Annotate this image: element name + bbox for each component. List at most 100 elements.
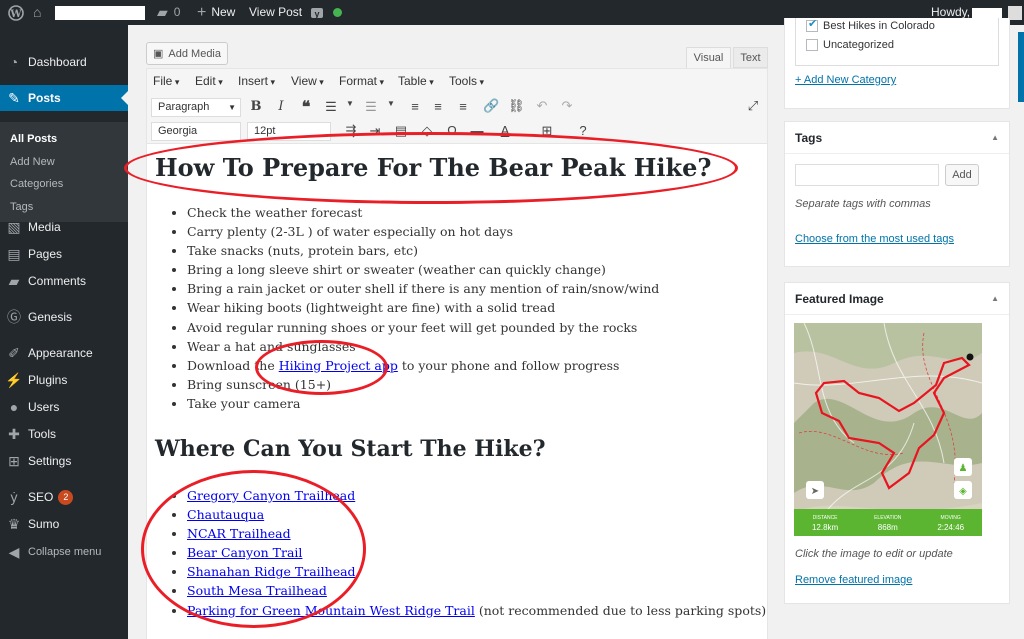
- trailhead-link[interactable]: Gregory Canyon Trailhead: [187, 488, 355, 503]
- sidebar-item-tools[interactable]: ✚ Tools: [0, 421, 128, 447]
- indent-icon[interactable]: ⇥: [367, 123, 383, 139]
- align-center-icon[interactable]: ≡: [430, 99, 446, 114]
- sidebar-item-pages[interactable]: ▤ Pages: [0, 241, 128, 267]
- font-family-select[interactable]: Georgia: [151, 122, 241, 141]
- heading-prepare: How To Prepare For The Bear Peak Hike?: [155, 153, 712, 182]
- tag-input[interactable]: [795, 164, 939, 186]
- svg-text:♟: ♟: [959, 463, 968, 474]
- text-color-icon[interactable]: A: [497, 123, 513, 138]
- chevron-down-icon[interactable]: ▼: [342, 99, 358, 108]
- italic-icon[interactable]: I: [273, 99, 289, 114]
- menu-tools[interactable]: Tools ▾: [449, 74, 484, 88]
- chevron-down-icon: ▾: [268, 77, 276, 87]
- sidebar-item-label: Sumo: [28, 517, 60, 531]
- checkbox[interactable]: [806, 39, 818, 52]
- remove-featured-image-link[interactable]: Remove featured image: [795, 574, 912, 586]
- numbered-list-icon[interactable]: ☰: [363, 99, 379, 115]
- help-icon[interactable]: ?: [575, 123, 591, 138]
- list-item: Chautauqua: [187, 505, 766, 524]
- scroll-indicator[interactable]: [1018, 32, 1024, 102]
- trailhead-link[interactable]: NCAR Trailhead: [187, 526, 291, 541]
- submenu-tags[interactable]: Tags: [10, 201, 33, 213]
- menu-file[interactable]: File ▾: [153, 74, 179, 88]
- sidebar-item-users[interactable]: ● Users: [0, 394, 128, 420]
- clipboard-icon[interactable]: ▤: [393, 123, 409, 139]
- editor-content[interactable]: How To Prepare For The Bear Peak Hike? C…: [146, 144, 768, 639]
- sidebar-item-collapse[interactable]: ◀ Collapse menu: [0, 539, 128, 565]
- table-icon[interactable]: ⊞: [539, 123, 555, 139]
- paste-text-icon[interactable]: ⇶: [343, 123, 359, 139]
- category-item[interactable]: Uncategorized: [806, 39, 894, 52]
- page-icon: ▤: [7, 245, 21, 262]
- trailhead-link[interactable]: Shanahan Ridge Trailhead: [187, 564, 356, 579]
- collapse-arrow-icon[interactable]: ▲: [991, 283, 999, 315]
- site-name-redacted[interactable]: [55, 0, 145, 25]
- submenu-add-new[interactable]: Add New: [10, 156, 55, 168]
- comments-link[interactable]: ▰ 0: [157, 0, 180, 25]
- menu-format[interactable]: Format ▾: [339, 74, 384, 88]
- add-media-button[interactable]: ▣ Add Media: [146, 42, 228, 65]
- yoast-icon[interactable]: y: [310, 0, 324, 25]
- bullet-list-icon[interactable]: ☰: [323, 99, 339, 115]
- align-left-icon[interactable]: ≡: [407, 99, 423, 114]
- add-tag-button[interactable]: Add: [945, 164, 979, 186]
- green-mountain-parking-link[interactable]: Parking for Green Mountain West Ridge Tr…: [187, 603, 475, 618]
- hiking-project-app-link[interactable]: Hiking Project app: [279, 358, 398, 373]
- new-content-link[interactable]: + New: [197, 0, 235, 25]
- sidebar-item-settings[interactable]: ⊞ Settings: [0, 448, 128, 474]
- sidebar-item-comments[interactable]: ▰ Comments: [0, 268, 128, 294]
- heading-start: Where Can You Start The Hike?: [155, 436, 546, 462]
- blockquote-icon[interactable]: ❝: [298, 97, 314, 117]
- featured-image[interactable]: ♟ ◈ ➤ DISTANCE 12.8km ELEVATION 868m MOVIN…: [794, 323, 982, 536]
- tab-visual[interactable]: Visual: [686, 47, 731, 69]
- link-icon[interactable]: 🔗: [483, 98, 499, 114]
- featured-image-header[interactable]: Featured Image ▲: [785, 283, 1009, 315]
- tags-box-header[interactable]: Tags ▲: [785, 122, 1009, 154]
- align-right-icon[interactable]: ≡: [455, 99, 471, 114]
- fullscreen-icon[interactable]: ⤢: [745, 98, 761, 114]
- choose-most-used-tags-link[interactable]: Choose from the most used tags: [795, 233, 954, 245]
- collapse-arrow-icon[interactable]: ▲: [991, 122, 999, 154]
- eraser-icon[interactable]: ◇: [419, 123, 435, 139]
- format-select[interactable]: Paragraph ▼: [151, 98, 241, 117]
- menu-view[interactable]: View ▾: [291, 74, 324, 88]
- add-new-category-link[interactable]: + Add New Category: [795, 74, 896, 86]
- checkbox[interactable]: ✔: [806, 18, 818, 33]
- home-icon[interactable]: ⌂: [33, 0, 41, 25]
- sidebar-item-genesis[interactable]: Ⓖ Genesis: [0, 304, 128, 330]
- submenu-categories[interactable]: Categories: [10, 178, 63, 190]
- user-icon: ●: [9, 399, 19, 415]
- omega-icon[interactable]: Ω: [444, 123, 460, 138]
- undo-icon[interactable]: ↶: [534, 98, 550, 114]
- font-size-select[interactable]: 12pt: [247, 122, 331, 141]
- tab-text[interactable]: Text: [733, 47, 768, 68]
- sidebar-item-posts[interactable]: ✎ Posts: [0, 85, 128, 111]
- submenu-all-posts[interactable]: All Posts: [10, 133, 57, 145]
- trailhead-link[interactable]: South Mesa Trailhead: [187, 583, 327, 598]
- sidebar-item-dashboard[interactable]: ◔ Dashboard: [0, 49, 128, 75]
- sidebar-item-sumo[interactable]: ♛ Sumo: [0, 511, 128, 537]
- list-item: Check the weather forecast: [187, 203, 659, 222]
- featured-image-box: Featured Image ▲ ♟ ◈ ➤ DISTANCE 12.8km ELE…: [784, 282, 1010, 604]
- trailhead-link[interactable]: Bear Canyon Trail: [187, 545, 302, 560]
- trailhead-link[interactable]: Chautauqua: [187, 507, 264, 522]
- unlink-icon[interactable]: ⛓: [508, 98, 525, 114]
- tags-hint: Separate tags with commas: [795, 198, 931, 210]
- sidebar-item-plugins[interactable]: ⚡ Plugins: [0, 367, 128, 393]
- view-post-link[interactable]: View Post: [249, 0, 302, 25]
- category-item[interactable]: ✔ Best Hikes in Colorado: [806, 18, 935, 33]
- wordpress-logo-icon[interactable]: W: [8, 0, 24, 25]
- svg-text:◈: ◈: [959, 486, 967, 497]
- redo-icon[interactable]: ↷: [559, 98, 575, 114]
- menu-table[interactable]: Table ▾: [398, 74, 434, 88]
- horizontal-rule-icon[interactable]: ▬: [469, 123, 485, 138]
- sidebar-item-seo[interactable]: ẏ SEO 2: [0, 484, 128, 510]
- plug-icon: ⚡: [5, 371, 23, 388]
- sidebar-item-appearance[interactable]: ✐ Appearance: [0, 340, 128, 366]
- crown-icon: ♛: [7, 515, 21, 532]
- stat-moving: MOVING 2:24:46: [937, 514, 964, 532]
- bold-icon[interactable]: B: [248, 99, 264, 114]
- menu-insert[interactable]: Insert ▾: [238, 74, 275, 88]
- chevron-down-icon[interactable]: ▼: [383, 99, 399, 108]
- menu-edit[interactable]: Edit ▾: [195, 74, 223, 88]
